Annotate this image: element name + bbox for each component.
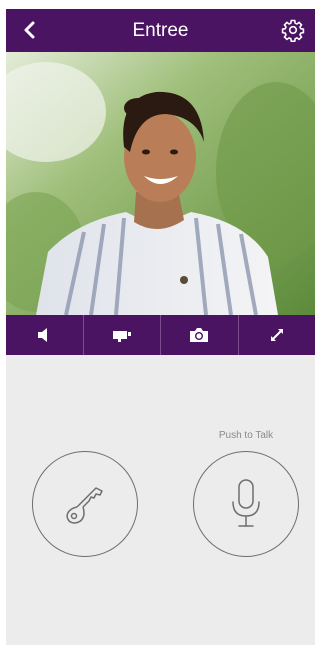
snapshot-button[interactable]: [161, 315, 239, 355]
header-bar: Entree: [6, 9, 315, 52]
fullscreen-button[interactable]: [239, 315, 316, 355]
video-toolbar: [6, 315, 315, 355]
record-button[interactable]: [84, 315, 161, 355]
fullscreen-icon: [270, 329, 283, 341]
push-to-talk-button[interactable]: [193, 451, 299, 557]
camera-record-icon: [112, 331, 131, 342]
photo-camera-icon: [190, 328, 209, 342]
video-feed: [6, 52, 315, 315]
app-screen: Entree Push to Talk: [6, 9, 315, 645]
speaker-button[interactable]: [6, 315, 84, 355]
gear-icon: [281, 19, 305, 43]
speaker-icon: [38, 328, 48, 342]
push-to-talk-label: Push to Talk: [218, 430, 274, 441]
page-title: Entree: [132, 20, 189, 41]
unlock-door-button[interactable]: [32, 451, 138, 557]
visitor-video-image: [6, 52, 315, 315]
settings-button[interactable]: [281, 18, 305, 43]
microphone-icon: [232, 479, 260, 527]
key-icon: [66, 487, 103, 524]
